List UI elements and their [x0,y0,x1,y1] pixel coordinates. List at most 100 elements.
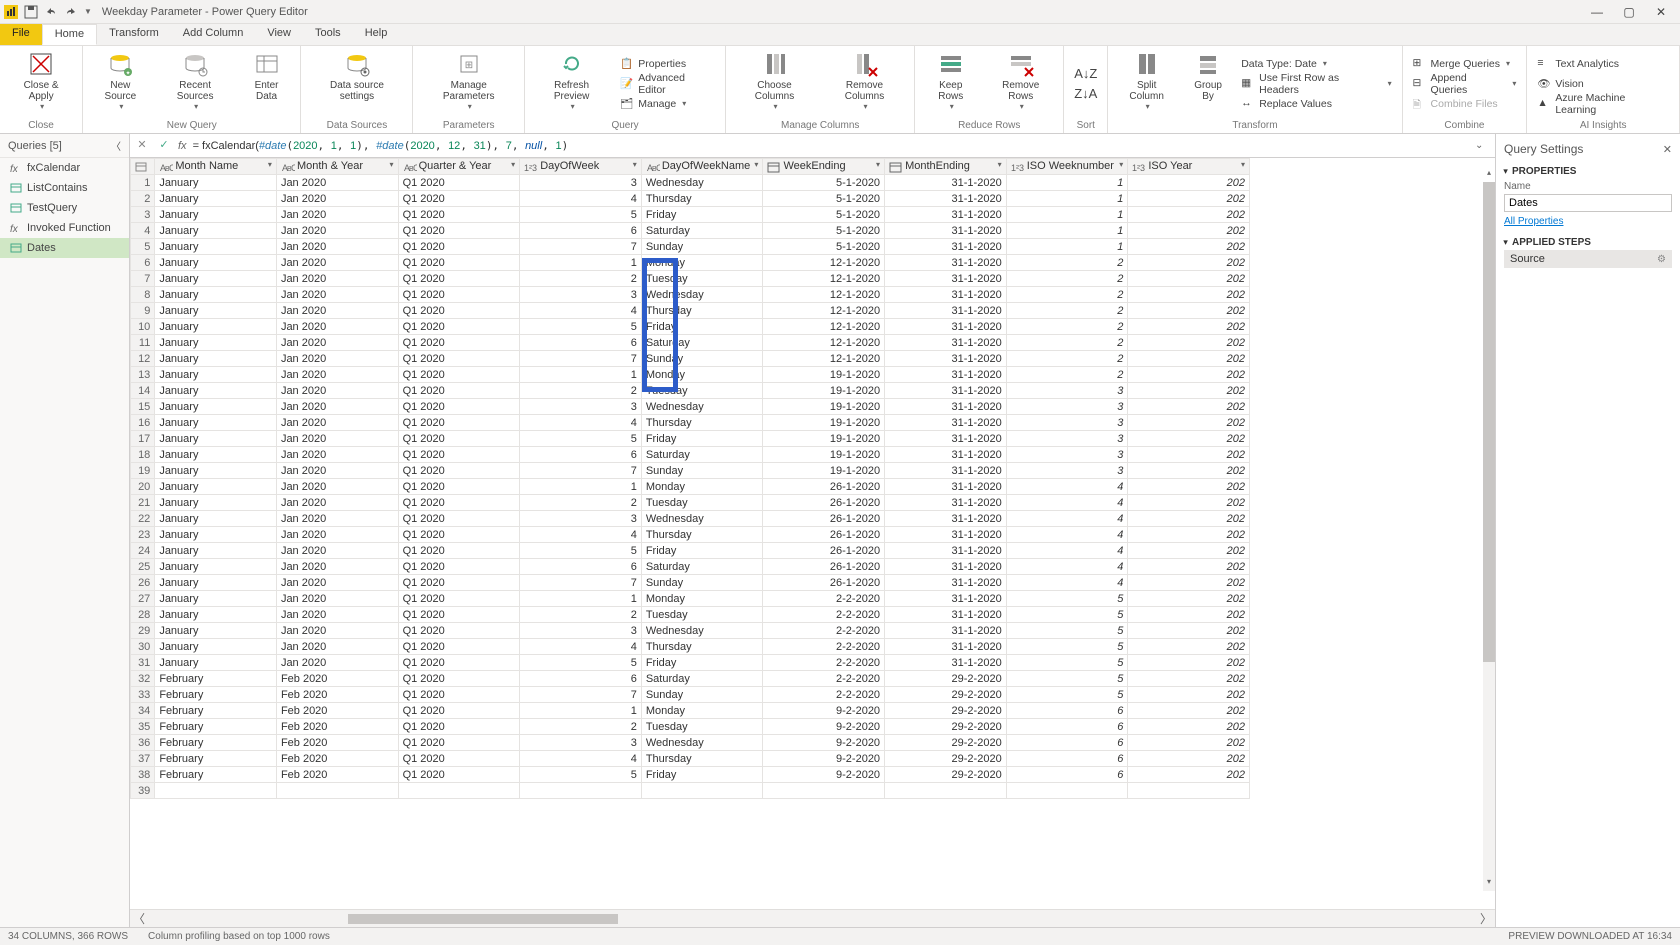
row-number[interactable]: 36 [131,735,155,751]
cell[interactable]: 5-1-2020 [763,191,885,207]
cell[interactable]: 202 [1128,399,1250,415]
sort-asc-button[interactable]: A↓Z [1070,64,1101,84]
merge-queries-button[interactable]: ⊞Merge Queries▾ [1409,54,1521,74]
query-item-invoked-function[interactable]: fxInvoked Function [0,218,129,238]
cell[interactable]: Friday [641,431,763,447]
tab-add-column[interactable]: Add Column [171,24,256,45]
cell[interactable] [276,783,398,799]
cell[interactable]: 2 [1006,319,1128,335]
cell[interactable]: Jan 2020 [276,591,398,607]
cell[interactable]: 31-1-2020 [885,591,1007,607]
cell[interactable]: 2 [520,383,642,399]
cell[interactable]: January [155,175,277,191]
cell[interactable]: Feb 2020 [276,703,398,719]
cell[interactable]: 26-1-2020 [763,559,885,575]
column-header-quarter-year[interactable]: ABCQuarter & Year▾ [398,159,520,175]
cell[interactable]: January [155,479,277,495]
cell[interactable]: January [155,591,277,607]
cell[interactable] [1006,783,1128,799]
table-row[interactable]: 8JanuaryJan 2020Q1 20203Wednesday12-1-20… [131,287,1250,303]
cell[interactable]: 2 [520,495,642,511]
row-number[interactable]: 37 [131,751,155,767]
cell[interactable]: Q1 2020 [398,639,520,655]
replace-values-button[interactable]: ↔Replace Values [1237,94,1395,114]
cell[interactable]: Monday [641,703,763,719]
formula-input[interactable]: = fxCalendar(#date(2020, 1, 1), #date(20… [193,139,1469,152]
row-number[interactable]: 33 [131,687,155,703]
cell[interactable]: 31-1-2020 [885,319,1007,335]
type-icon[interactable]: 1²3 [1132,161,1146,173]
cell[interactable]: 2 [1006,255,1128,271]
cell[interactable]: January [155,495,277,511]
cell[interactable]: Feb 2020 [276,719,398,735]
cell[interactable] [398,783,520,799]
type-icon[interactable] [767,161,781,173]
row-number[interactable]: 22 [131,511,155,527]
cell[interactable]: 202 [1128,639,1250,655]
cell[interactable]: Jan 2020 [276,447,398,463]
cell[interactable]: 202 [1128,559,1250,575]
cell[interactable]: 202 [1128,207,1250,223]
cell[interactable]: January [155,319,277,335]
horizontal-scrollbar[interactable]: 〈 〉 [130,909,1495,927]
cell[interactable]: Saturday [641,559,763,575]
cell[interactable]: 5 [520,319,642,335]
row-number[interactable]: 34 [131,703,155,719]
vision-button[interactable]: 👁Vision [1533,74,1673,94]
cell[interactable]: 5-1-2020 [763,207,885,223]
cell[interactable]: Jan 2020 [276,559,398,575]
table-row[interactable]: 7JanuaryJan 2020Q1 20202Tuesday12-1-2020… [131,271,1250,287]
cell[interactable]: Jan 2020 [276,319,398,335]
filter-icon[interactable]: ▾ [998,160,1002,169]
cell[interactable]: Jan 2020 [276,415,398,431]
row-number[interactable]: 13 [131,367,155,383]
cell[interactable]: 202 [1128,735,1250,751]
table-row[interactable]: 37FebruaryFeb 2020Q1 20204Thursday9-2-20… [131,751,1250,767]
cell[interactable]: January [155,191,277,207]
cell[interactable] [155,783,277,799]
table-row[interactable]: 38FebruaryFeb 2020Q1 20205Friday9-2-2020… [131,767,1250,783]
cell[interactable]: Jan 2020 [276,575,398,591]
cell[interactable]: Jan 2020 [276,639,398,655]
cell[interactable]: Q1 2020 [398,207,520,223]
column-header-month-name[interactable]: ABCMonth Name▾ [155,159,277,175]
new-source-button[interactable]: ✦New Source▾ [89,48,151,119]
cell[interactable]: 5 [520,431,642,447]
close-settings-icon[interactable]: ✕ [1663,143,1672,156]
cell[interactable]: 31-1-2020 [885,495,1007,511]
cell[interactable]: 19-1-2020 [763,447,885,463]
cell[interactable]: 31-1-2020 [885,223,1007,239]
cell[interactable]: 5 [1006,671,1128,687]
advanced-editor-button[interactable]: 📝Advanced Editor [616,74,719,94]
cell[interactable]: 202 [1128,367,1250,383]
cell[interactable]: 202 [1128,719,1250,735]
first-row-headers-button[interactable]: ▦Use First Row as Headers▾ [1237,74,1395,94]
cell[interactable]: 2-2-2020 [763,687,885,703]
table-row[interactable]: 10JanuaryJan 2020Q1 20205Friday12-1-2020… [131,319,1250,335]
cell[interactable]: Sunday [641,687,763,703]
table-row[interactable]: 39 [131,783,1250,799]
row-number[interactable]: 9 [131,303,155,319]
table-row[interactable]: 20JanuaryJan 2020Q1 20201Monday26-1-2020… [131,479,1250,495]
cell[interactable]: Friday [641,655,763,671]
cell[interactable]: 3 [1006,383,1128,399]
cell[interactable]: 4 [1006,479,1128,495]
cell[interactable]: 31-1-2020 [885,463,1007,479]
cell[interactable]: 31-1-2020 [885,383,1007,399]
cell[interactable]: January [155,639,277,655]
cell[interactable]: Feb 2020 [276,687,398,703]
cell[interactable]: February [155,671,277,687]
cell[interactable]: Wednesday [641,511,763,527]
cell[interactable]: Q1 2020 [398,319,520,335]
table-row[interactable]: 3JanuaryJan 2020Q1 20205Friday5-1-202031… [131,207,1250,223]
cell[interactable]: 4 [1006,559,1128,575]
cell[interactable]: 4 [520,527,642,543]
cell[interactable]: Thursday [641,303,763,319]
row-number[interactable]: 6 [131,255,155,271]
cell[interactable]: Q1 2020 [398,271,520,287]
cell[interactable]: January [155,367,277,383]
cell[interactable]: Q1 2020 [398,431,520,447]
cell[interactable]: 3 [520,511,642,527]
cell[interactable]: Jan 2020 [276,511,398,527]
cell[interactable]: Tuesday [641,271,763,287]
